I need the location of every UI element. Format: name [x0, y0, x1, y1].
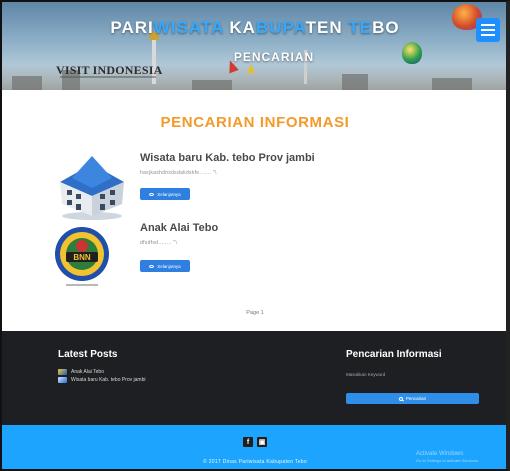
article-excerpt: hasjkashdnsdsdakdskfe....... "\: [140, 170, 217, 176]
site-title[interactable]: PARIWISATA KABUPATEN TEBO: [2, 18, 506, 38]
site-title-segment: PARI: [110, 18, 154, 37]
bnn-logo-icon[interactable]: BNN: [52, 222, 132, 292]
article-title[interactable]: Wisata baru Kab. tebo Prov jambi: [140, 152, 315, 164]
read-more-label: Selanjutnya: [157, 191, 181, 197]
activate-subtitle: Go to Settings to activate Windows.: [416, 458, 480, 463]
facebook-icon[interactable]: f: [243, 437, 253, 447]
search-button-label: Pencarian: [405, 396, 427, 401]
latest-post-title[interactable]: Wisata baru Kab. tebo Prov jambi: [71, 377, 145, 383]
site-title-segment: BO: [372, 18, 400, 37]
page-subtitle: PENCARIAN: [233, 50, 315, 64]
hamburger-menu-icon: [481, 34, 495, 36]
main-content: PENCARIAN INFORMASI Wisata baru Kab. teb…: [2, 90, 506, 331]
site-title-segment: WISATA: [153, 18, 224, 37]
eye-icon: [149, 192, 155, 196]
building-icon[interactable]: [52, 152, 132, 222]
hamburger-menu-icon: [481, 24, 495, 26]
windows-activation-watermark: Activate Windows Go to Settings to activ…: [416, 451, 479, 463]
visit-indonesia-tagline: [60, 76, 156, 78]
site-footer: f ▣ © 2017 Dinas Pariwisata Kabupaten Te…: [2, 425, 506, 469]
post-thumbnail: [58, 377, 67, 383]
hamburger-menu-button[interactable]: [476, 18, 500, 42]
eye-icon: [149, 264, 155, 268]
latest-post-title[interactable]: Anak Alai Tebo: [71, 369, 104, 375]
search-icon: [398, 396, 403, 401]
site-title-segment: TEN: [305, 18, 349, 37]
keyword-search-input[interactable]: [346, 369, 478, 379]
site-title-segment: BUPA: [255, 18, 306, 37]
latest-post-item[interactable]: Anak Alai Tebo: [58, 369, 104, 375]
latest-posts-heading: Latest Posts: [58, 349, 118, 360]
social-links: f ▣: [2, 437, 506, 447]
search-button[interactable]: Pencarian: [346, 393, 479, 404]
site-title-segment: KA: [223, 18, 256, 37]
site-title-segment: TE: [348, 18, 373, 37]
hamburger-menu-icon: [481, 29, 495, 31]
page-title: PENCARIAN INFORMASI: [160, 114, 350, 131]
latest-post-item[interactable]: Wisata baru Kab. tebo Prov jambi: [58, 377, 145, 383]
article-title[interactable]: Anak Alai Tebo: [140, 222, 218, 234]
kite-shape: [247, 64, 255, 73]
browser-viewport: PARIWISATA KABUPATEN TEBO PENCARIAN VISI…: [0, 0, 510, 471]
read-more-label: Selanjutnya: [157, 263, 181, 269]
article-excerpt: dfsdfsd........ "\: [140, 240, 178, 246]
search-heading: Pencarian Informasi: [346, 349, 442, 360]
svg-text:BNN: BNN: [73, 253, 91, 262]
pagination[interactable]: Page 1: [2, 310, 506, 316]
post-thumbnail: [58, 369, 67, 375]
instagram-icon[interactable]: ▣: [257, 437, 267, 447]
header-banner: PARIWISATA KABUPATEN TEBO PENCARIAN VISI…: [2, 2, 506, 90]
footer-widgets: Latest Posts Anak Alai Tebo Wisata baru …: [2, 331, 506, 425]
activate-title: Activate Windows: [416, 451, 464, 457]
read-more-button[interactable]: Selanjutnya: [140, 260, 190, 272]
read-more-button[interactable]: Selanjutnya: [140, 188, 190, 200]
